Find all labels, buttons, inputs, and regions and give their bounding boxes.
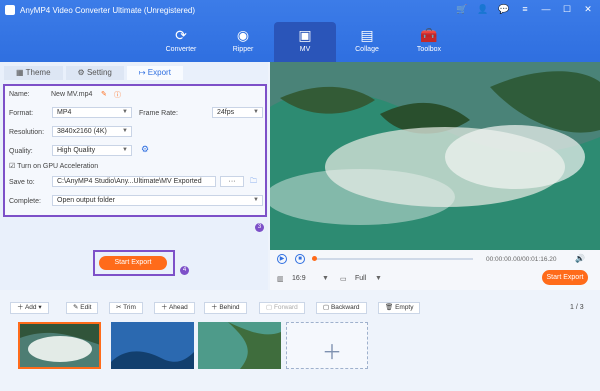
export-icon: ↦ bbox=[138, 68, 148, 77]
ripper-icon: ◉ bbox=[236, 27, 250, 43]
fit-select[interactable]: Full bbox=[355, 275, 366, 282]
chevron-down-icon: ▼ bbox=[253, 109, 259, 115]
nav-ripper[interactable]: ◉ Ripper bbox=[212, 22, 274, 62]
add-button[interactable]: ＋ Add ▾ bbox=[10, 302, 49, 314]
collage-icon: ▤ bbox=[360, 27, 374, 43]
maximize-icon[interactable]: ☐ bbox=[561, 4, 573, 15]
nav-toolbox[interactable]: 🧰 Toolbox bbox=[398, 22, 460, 62]
volume-icon[interactable]: 🔊 bbox=[575, 254, 585, 263]
save-label: Save to: bbox=[9, 179, 35, 186]
setting-icon: ⚙ bbox=[77, 68, 87, 77]
ratio-icon: ▥ bbox=[277, 276, 284, 283]
toolbox-icon: 🧰 bbox=[420, 27, 438, 43]
cart-icon[interactable]: 🛒 bbox=[456, 4, 468, 15]
page-counter: 1 / 3 bbox=[570, 304, 584, 311]
nav-converter[interactable]: ⟳ Converter bbox=[150, 22, 212, 62]
player-start-export-button[interactable]: Start Export bbox=[542, 270, 588, 285]
name-value: New MV.mp4 bbox=[51, 91, 93, 98]
close-icon[interactable]: ✕ bbox=[582, 4, 594, 15]
display-icon: ▭ bbox=[340, 276, 347, 283]
chevron-down-icon: ▼ bbox=[122, 128, 128, 134]
chevron-down-icon: ▼ bbox=[122, 109, 128, 115]
tab-theme[interactable]: ▦ Theme bbox=[4, 66, 63, 80]
window-controls: 🛒 👤 💬 ≡ — ☐ ✕ bbox=[456, 4, 594, 15]
clip-image-3 bbox=[198, 322, 281, 369]
nav-collage[interactable]: ▤ Collage bbox=[336, 22, 398, 62]
chevron-down-icon: ▼ bbox=[322, 275, 329, 282]
name-label: Name: bbox=[9, 91, 30, 98]
quality-settings-icon[interactable]: ⚙ bbox=[141, 144, 149, 155]
chevron-down-icon: ▼ bbox=[253, 197, 259, 203]
player-controls: ▶ ■ 00:00:00.00/00:01:16.20 🔊 ▥ 16:9 ▼ ▭… bbox=[270, 250, 600, 290]
theme-icon: ▦ bbox=[16, 68, 26, 77]
user-icon[interactable]: 👤 bbox=[477, 4, 489, 15]
format-label: Format: bbox=[9, 110, 34, 117]
browse-button[interactable]: ··· bbox=[220, 176, 244, 187]
clip-thumbnail-2[interactable] bbox=[111, 322, 194, 369]
tabs: ▦ Theme ⚙ Setting ↦ Export bbox=[4, 66, 183, 80]
gpu-checkbox[interactable]: ☑ Turn on GPU Acceleration bbox=[9, 162, 98, 170]
tab-setting[interactable]: ⚙ Setting bbox=[65, 66, 124, 80]
behind-button[interactable]: ＋ Behind bbox=[204, 302, 247, 314]
add-clip-button[interactable]: ＋ bbox=[286, 322, 368, 369]
folder-icon[interactable]: 🗀 bbox=[250, 177, 257, 188]
resolution-select[interactable]: 3840x2160 (4K) ▼ bbox=[52, 126, 132, 137]
clip-image-1 bbox=[20, 324, 99, 367]
chat-icon[interactable]: 💬 bbox=[498, 4, 510, 15]
clip-image-2 bbox=[111, 322, 194, 369]
converter-icon: ⟳ bbox=[175, 27, 187, 43]
step-badge-4: 4 bbox=[180, 266, 189, 275]
empty-button[interactable]: 🗑 Empty bbox=[378, 302, 421, 314]
title-bar: AnyMP4 Video Converter Ultimate (Unregis… bbox=[0, 0, 600, 62]
edit-name-icon[interactable]: ✎ bbox=[101, 90, 107, 98]
menu-icon[interactable]: ≡ bbox=[519, 4, 531, 15]
mv-icon: ▣ bbox=[298, 27, 312, 43]
stop-icon[interactable]: ■ bbox=[295, 254, 305, 264]
main-nav: ⟳ Converter ◉ Ripper ▣ MV ▤ Collage 🧰 Toolbox bbox=[150, 22, 460, 62]
play-icon[interactable]: ▶ bbox=[277, 254, 287, 264]
nav-mv[interactable]: ▣ MV bbox=[274, 22, 336, 62]
export-settings: Name: New MV.mp4 ✎ ⓘ Format: MP4 ▼ Frame … bbox=[3, 84, 267, 217]
info-icon[interactable]: ⓘ bbox=[114, 90, 121, 100]
clip-thumbnail-1[interactable] bbox=[18, 322, 101, 369]
quality-label: Quality: bbox=[9, 148, 33, 155]
save-path[interactable]: C:\AnyMP4 Studio\Any...Ultimate\MV Expor… bbox=[52, 176, 216, 187]
app-title: AnyMP4 Video Converter Ultimate (Unregis… bbox=[20, 6, 196, 15]
start-export-button[interactable]: Start Export bbox=[99, 256, 167, 270]
bottom-spacer bbox=[0, 371, 600, 391]
app-logo bbox=[5, 5, 15, 15]
video-preview bbox=[270, 62, 600, 250]
clip-thumbnail-3[interactable] bbox=[198, 322, 281, 369]
backward-button[interactable]: ▢ Backward bbox=[316, 302, 367, 314]
edit-button[interactable]: ✎ Edit bbox=[66, 302, 99, 314]
timeline-handle[interactable] bbox=[312, 256, 317, 261]
frame-rate-label: Frame Rate: bbox=[139, 110, 178, 117]
forward-button[interactable]: ▢ Forward bbox=[259, 302, 305, 314]
minimize-icon[interactable]: — bbox=[540, 4, 552, 15]
trim-button[interactable]: ✂ Trim bbox=[109, 302, 143, 314]
quality-select[interactable]: High Quality ▼ bbox=[52, 145, 132, 156]
tab-export[interactable]: ↦ Export bbox=[126, 66, 183, 80]
ratio-select[interactable]: 16:9 bbox=[292, 275, 306, 282]
chevron-down-icon: ▼ bbox=[375, 275, 382, 282]
time-display: 00:00:00.00/00:01:16.20 bbox=[486, 256, 557, 263]
plus-icon: ＋ bbox=[322, 342, 342, 364]
chevron-down-icon: ▼ bbox=[122, 147, 128, 153]
timeline-bar[interactable] bbox=[312, 258, 473, 260]
resolution-label: Resolution: bbox=[9, 129, 45, 136]
complete-label: Complete: bbox=[9, 198, 41, 205]
preview-image bbox=[270, 62, 600, 250]
step-badge-3: 3 bbox=[255, 223, 264, 232]
complete-select[interactable]: Open output folder ▼ bbox=[52, 195, 263, 206]
frame-rate-select[interactable]: 24fps ▼ bbox=[212, 107, 263, 118]
ahead-button[interactable]: ＋ Ahead bbox=[154, 302, 195, 314]
format-select[interactable]: MP4 ▼ bbox=[52, 107, 132, 118]
